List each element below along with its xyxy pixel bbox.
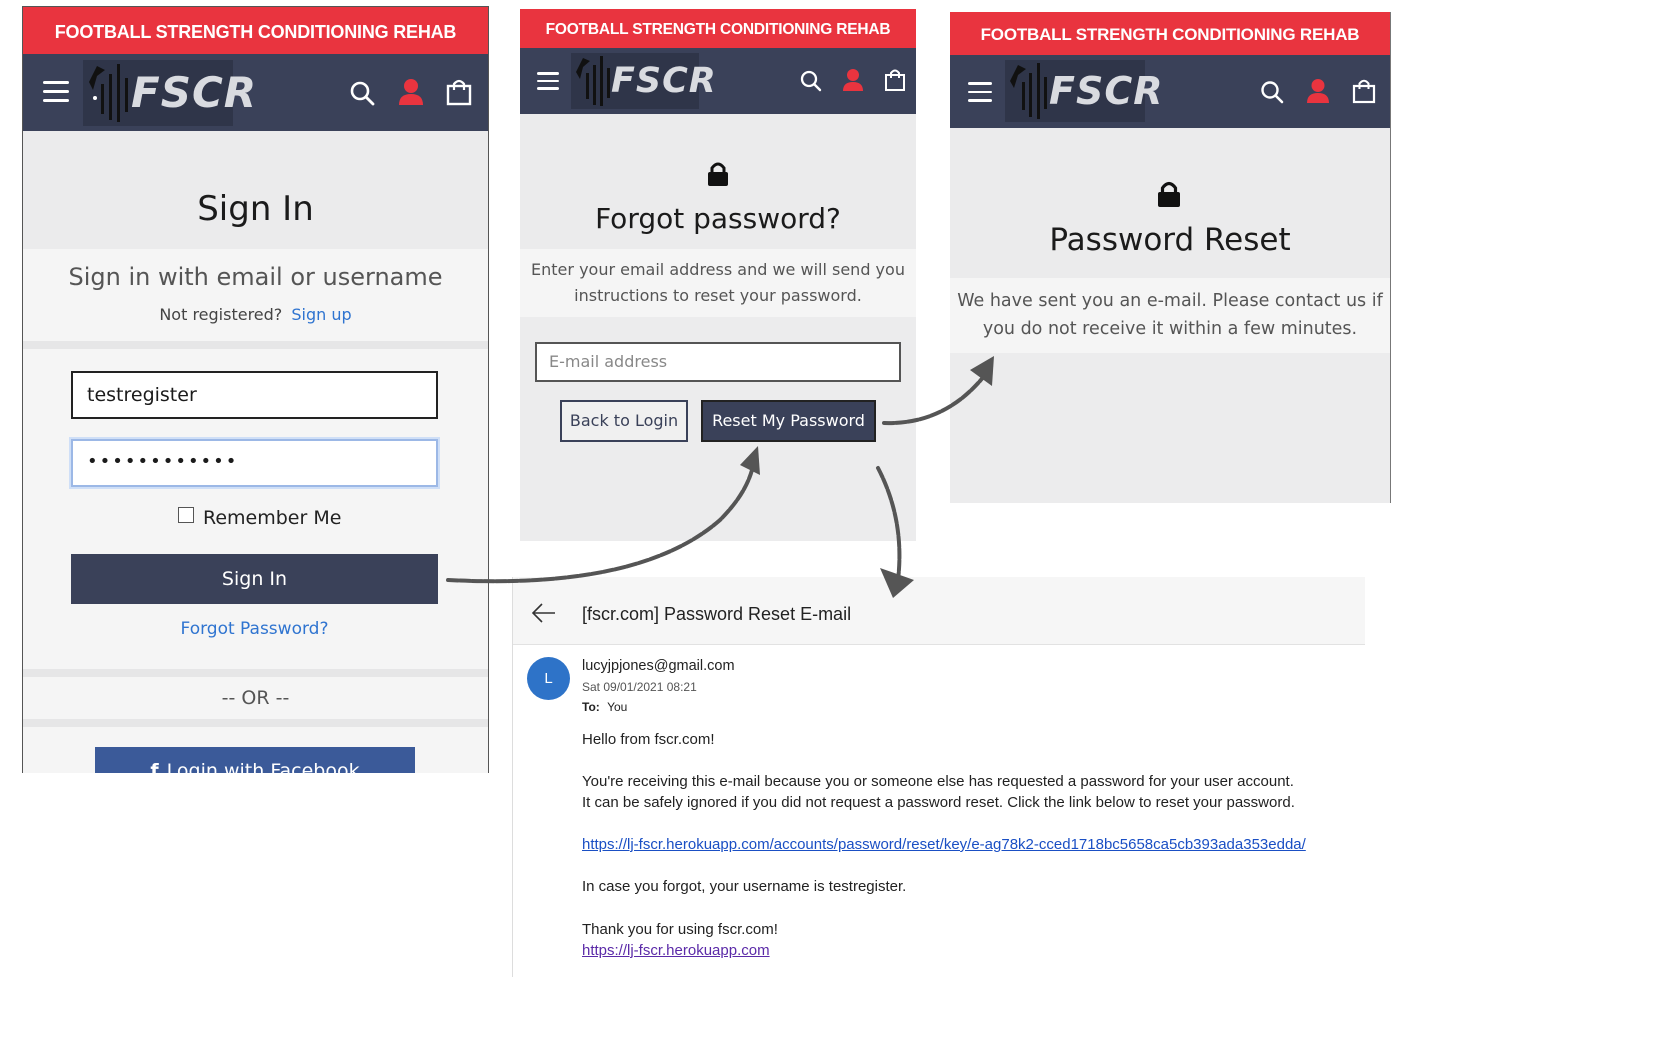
message-line-2: you do not receive it within a few minut… xyxy=(982,319,1358,339)
page-title: Password Reset xyxy=(1049,222,1291,258)
not-registered-text: Not registered? xyxy=(159,305,283,324)
message-line-1: We have sent you an e-mail. Please conta… xyxy=(957,291,1383,311)
shopping-bag-icon[interactable] xyxy=(884,68,906,92)
logo-text: FSCR xyxy=(1049,69,1164,113)
reset-header: Password Reset xyxy=(950,128,1390,278)
logo-text: FSCR xyxy=(131,68,258,117)
description-line-2: instructions to reset your password. xyxy=(574,286,862,305)
sender-address[interactable]: lucyjpjones@gmail.com xyxy=(582,658,735,674)
brand-banner: FOOTBALL STRENGTH CONDITIONING REHAB xyxy=(520,9,916,48)
facebook-login-button[interactable]: f Login with Facebook xyxy=(95,747,415,773)
lock-icon xyxy=(1158,181,1180,207)
email-view: [fscr.com] Password Reset E-mail L lucyj… xyxy=(512,577,1365,977)
hamburger-menu-icon[interactable] xyxy=(968,82,992,102)
logo[interactable]: FSCR xyxy=(83,60,256,126)
email-body-line-2: It can be safely ignored if you did not … xyxy=(582,794,1295,811)
search-icon[interactable] xyxy=(1260,80,1284,104)
hamburger-menu-icon[interactable] xyxy=(43,81,69,102)
signup-link[interactable]: Sign up xyxy=(291,305,351,324)
navbar: FSCR xyxy=(23,54,488,131)
remember-me-checkbox[interactable] xyxy=(178,507,194,523)
facebook-icon: f xyxy=(150,760,159,773)
brand-banner: FOOTBALL STRENGTH CONDITIONING REHAB xyxy=(23,7,488,54)
back-to-login-button[interactable]: Back to Login xyxy=(560,400,688,442)
user-icon[interactable] xyxy=(1306,78,1330,104)
page-title: Forgot password? xyxy=(595,202,841,235)
signin-button[interactable]: Sign In xyxy=(71,554,438,604)
user-icon[interactable] xyxy=(842,68,864,92)
email-field[interactable]: E-mail address xyxy=(535,342,901,382)
email-header-bar: [fscr.com] Password Reset E-mail xyxy=(513,577,1365,645)
forgot-form: E-mail address Back to Login Reset My Pa… xyxy=(520,317,916,541)
social-login: f Login with Facebook xyxy=(23,727,488,773)
username-note: In case you forgot, your username is tes… xyxy=(582,878,907,895)
hamburger-menu-icon[interactable] xyxy=(537,72,559,90)
search-icon[interactable] xyxy=(800,70,822,92)
sender-avatar: L xyxy=(527,657,570,700)
page-title: Sign In xyxy=(197,189,314,229)
navbar: FSCR xyxy=(520,48,916,114)
shopping-bag-icon[interactable] xyxy=(1352,78,1376,104)
brand-banner: FOOTBALL STRENGTH CONDITIONING REHAB xyxy=(950,12,1390,55)
signin-form: testregister •••••••••••• Remember Me Si… xyxy=(23,349,488,677)
reset-password-button[interactable]: Reset My Password xyxy=(701,400,876,442)
email-date: Sat 09/01/2021 08:21 xyxy=(582,680,697,694)
site-link[interactable]: https://lj-fscr.herokuapp.com xyxy=(582,942,770,959)
forgot-password-screen: FOOTBALL STRENGTH CONDITIONING REHAB FSC… xyxy=(520,9,916,541)
to-value: You xyxy=(607,700,628,714)
signin-screen: FOOTBALL STRENGTH CONDITIONING REHAB FSC… xyxy=(22,6,489,773)
back-arrow-icon[interactable] xyxy=(531,603,557,623)
signin-subtitle: Sign in with email or username xyxy=(68,263,443,291)
forgot-description: Enter your email address and we will sen… xyxy=(520,249,916,317)
username-field[interactable]: testregister xyxy=(71,371,438,419)
user-icon[interactable] xyxy=(398,78,424,106)
shopping-bag-icon[interactable] xyxy=(446,78,472,106)
signin-header: Sign In xyxy=(23,131,488,249)
description-line-1: Enter your email address and we will sen… xyxy=(531,260,905,279)
logo[interactable]: FSCR xyxy=(571,53,716,109)
logo[interactable]: FSCR xyxy=(1005,60,1162,122)
password-reset-screen: FOOTBALL STRENGTH CONDITIONING REHAB FSC… xyxy=(950,12,1391,503)
reset-message: We have sent you an e-mail. Please conta… xyxy=(950,278,1390,353)
to-label: To: xyxy=(582,700,600,714)
search-icon[interactable] xyxy=(349,80,375,106)
forgot-header: Forgot password? xyxy=(520,114,916,249)
email-thanks: Thank you for using fscr.com! xyxy=(582,921,778,938)
facebook-login-label: Login with Facebook xyxy=(166,760,360,773)
signin-intro: Sign in with email or username Not regis… xyxy=(23,249,488,349)
remember-me-label: Remember Me xyxy=(203,507,342,529)
forgot-password-link[interactable]: Forgot Password? xyxy=(23,619,486,639)
or-divider: -- OR -- xyxy=(23,677,488,727)
reset-link[interactable]: https://lj-fscr.herokuapp.com/accounts/p… xyxy=(582,836,1306,853)
email-greeting: Hello from fscr.com! xyxy=(582,731,715,748)
password-field[interactable]: •••••••••••• xyxy=(71,439,438,487)
email-body-line-1: You're receiving this e-mail because you… xyxy=(582,773,1294,790)
logo-text: FSCR xyxy=(611,61,717,101)
navbar: FSCR xyxy=(950,55,1390,128)
lock-icon xyxy=(708,162,728,186)
email-subject: [fscr.com] Password Reset E-mail xyxy=(582,604,852,624)
